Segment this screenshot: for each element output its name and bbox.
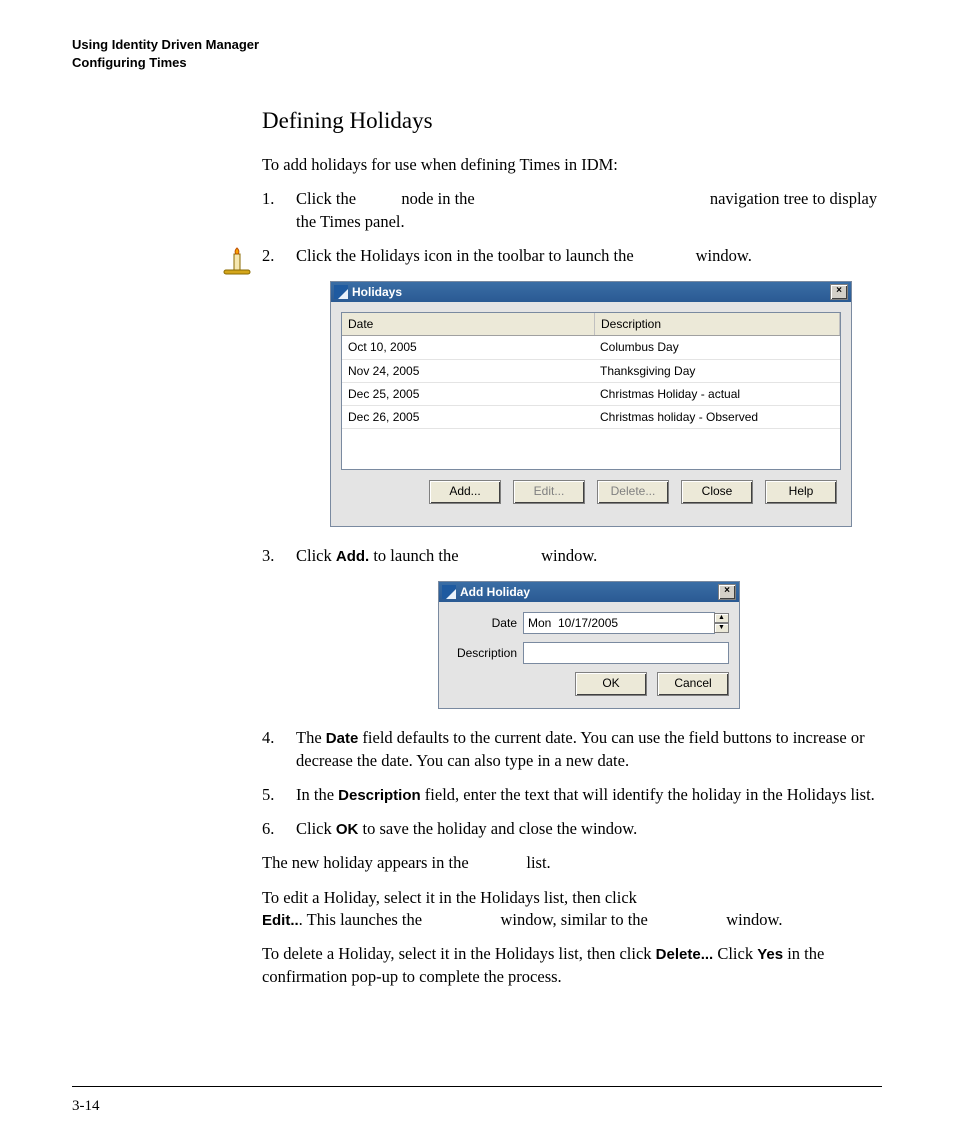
step-5: 5. In the Description field, enter the t…	[262, 784, 882, 806]
step-2: 2. Click the Holidays icon in the toolba…	[262, 245, 882, 527]
add-holiday-dialog: Add Holiday × Date ▲ ▼	[438, 581, 740, 709]
table-row[interactable]: Dec 25, 2005 Christmas Holiday - actual	[342, 383, 840, 406]
description-label: Description	[449, 645, 517, 661]
after-list-text: The new holiday appears in the list.	[262, 852, 882, 874]
step-1: 1. Click the node in the navigation tree…	[262, 188, 882, 233]
date-label: Date	[449, 615, 517, 631]
step-4: 4. The Date field defaults to the curren…	[262, 727, 882, 772]
spin-up-icon: ▲	[714, 613, 729, 623]
col-date[interactable]: Date	[342, 313, 595, 335]
delete-button[interactable]: Delete...	[597, 480, 669, 504]
add-button[interactable]: Add...	[429, 480, 501, 504]
section-title: Defining Holidays	[262, 105, 882, 136]
cancel-button[interactable]: Cancel	[657, 672, 729, 696]
edit-button[interactable]: Edit...	[513, 480, 585, 504]
window-icon	[334, 285, 348, 299]
header-line2: Configuring Times	[72, 54, 882, 72]
delete-text: To delete a Holiday, select it in the Ho…	[262, 943, 882, 988]
holidays-title: Holidays	[352, 284, 402, 300]
candle-icon	[222, 246, 252, 276]
add-holiday-title: Add Holiday	[460, 584, 530, 600]
running-header: Using Identity Driven Manager Configurin…	[72, 36, 882, 71]
header-line1: Using Identity Driven Manager	[72, 36, 882, 54]
holidays-dialog: Holidays × Date Description Oct 10, 2005	[330, 281, 852, 527]
table-row[interactable]: Dec 26, 2005 Christmas holiday - Observe…	[342, 406, 840, 429]
step-6: 6. Click OK to save the holiday and clos…	[262, 818, 882, 840]
holidays-table: Date Description Oct 10, 2005 Columbus D…	[341, 312, 841, 470]
close-icon[interactable]: ×	[718, 584, 736, 600]
table-row[interactable]: Oct 10, 2005 Columbus Day	[342, 336, 840, 359]
step-3: 3. Click Add. to launch the window. Add …	[262, 545, 882, 709]
description-field[interactable]	[523, 642, 729, 664]
page-number: 3-14	[72, 1098, 100, 1115]
footer-rule	[72, 1086, 882, 1087]
date-field[interactable]	[523, 612, 715, 634]
table-row[interactable]: Nov 24, 2005 Thanksgiving Day	[342, 360, 840, 383]
close-icon[interactable]: ×	[830, 284, 848, 300]
add-holiday-titlebar: Add Holiday ×	[439, 582, 739, 602]
edit-text: To edit a Holiday, select it in the Holi…	[262, 887, 882, 932]
help-button[interactable]: Help	[765, 480, 837, 504]
spin-down-icon: ▼	[714, 623, 729, 633]
window-icon	[442, 585, 456, 599]
ok-button[interactable]: OK	[575, 672, 647, 696]
holidays-titlebar: Holidays ×	[331, 282, 851, 302]
col-desc[interactable]: Description	[595, 313, 840, 335]
intro-text: To add holidays for use when defining Ti…	[262, 154, 882, 176]
date-spinner[interactable]: ▲ ▼	[714, 613, 729, 633]
close-button[interactable]: Close	[681, 480, 753, 504]
